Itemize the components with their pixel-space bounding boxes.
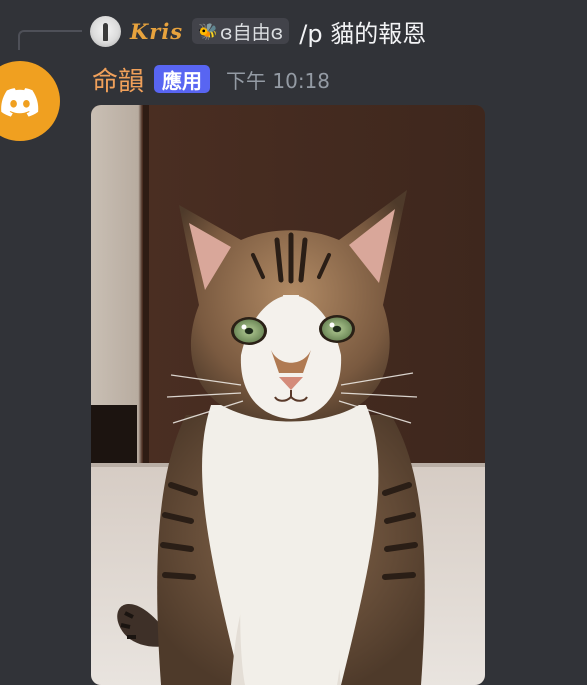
reply-user-avatar[interactable]	[90, 15, 121, 47]
reply-guild-tag[interactable]: 🐝 ɞ自由ɞ	[192, 18, 290, 44]
reply-username[interactable]: Kris	[130, 19, 183, 44]
reply-connector-line	[18, 30, 82, 50]
image-attachment[interactable]	[91, 105, 485, 685]
app-badge: 應用	[154, 65, 211, 93]
reply-reference[interactable]: Kris 🐝 ɞ自由ɞ /p 貓的報恩	[90, 14, 426, 48]
chat-message: Kris 🐝 ɞ自由ɞ /p 貓的報恩 命韻 應用 下午 10:18	[0, 0, 587, 685]
bee-icon: 🐝	[198, 21, 219, 41]
message-header: 命韻 應用 下午 10:18	[92, 61, 330, 98]
message-timestamp[interactable]: 下午 10:18	[226, 65, 330, 94]
author-name[interactable]: 命韻	[92, 61, 144, 98]
discord-logo-icon	[1, 88, 39, 117]
cat-photo	[91, 105, 485, 685]
author-avatar[interactable]	[0, 61, 60, 141]
reply-content[interactable]: /p 貓的報恩	[299, 14, 426, 49]
reply-guild-tag-text: ɞ自由ɞ	[220, 21, 284, 44]
